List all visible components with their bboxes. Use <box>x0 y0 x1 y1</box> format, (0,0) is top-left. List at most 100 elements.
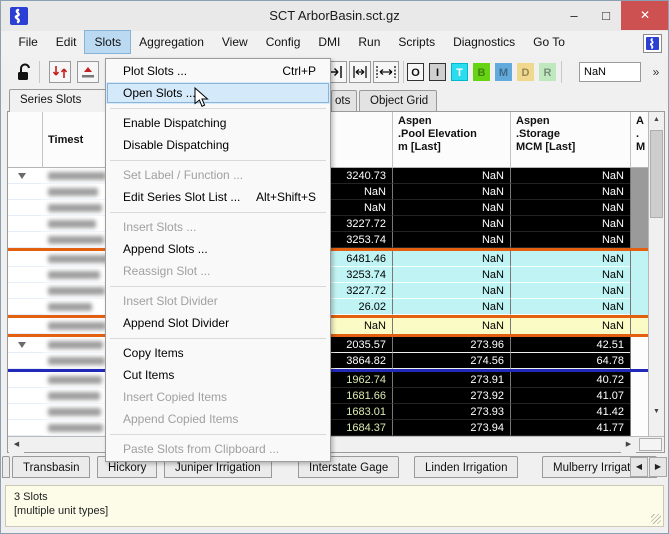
value-cell[interactable]: NaN <box>510 299 630 315</box>
value-cell[interactable]: 274.56 <box>392 353 510 369</box>
value-cell[interactable]: 273.94 <box>392 420 510 436</box>
menu-item-append-copied-items[interactable]: Append Copied Items <box>106 408 330 430</box>
riverware-workspace-icon[interactable] <box>643 34 662 53</box>
resize-grip[interactable] <box>651 514 661 524</box>
tab-scroll-right-icon[interactable]: ▶ <box>649 457 667 477</box>
partial-value-cell[interactable] <box>630 283 648 299</box>
partial-value-cell[interactable] <box>630 216 648 232</box>
partial-tab[interactable] <box>2 456 10 478</box>
collapse-triangle-icon[interactable] <box>18 342 26 348</box>
menubar-item-config[interactable]: Config <box>257 31 310 53</box>
row-gutter[interactable] <box>8 299 42 315</box>
close-button[interactable]: ✕ <box>621 1 668 30</box>
lock-icon[interactable] <box>14 62 34 82</box>
sheet-tab-linden-irrigation[interactable]: Linden Irrigation <box>414 456 519 478</box>
scroll-up-icon[interactable]: ▲ <box>649 112 664 128</box>
header-partial-column[interactable]: A.M <box>630 112 648 168</box>
partial-value-cell[interactable] <box>630 184 648 200</box>
menubar-item-view[interactable]: View <box>213 31 257 53</box>
value-cell[interactable]: NaN <box>392 251 510 267</box>
menu-item-insert-slot-divider[interactable]: Insert Slot Divider <box>106 290 330 312</box>
row-gutter[interactable] <box>8 353 42 369</box>
value-cell[interactable]: NaN <box>510 200 630 216</box>
menu-item-cut-items[interactable]: Cut Items <box>106 364 330 386</box>
menu-item-enable-dispatching[interactable]: Enable Dispatching <box>106 112 330 134</box>
row-gutter[interactable] <box>8 200 42 216</box>
row-gutter[interactable] <box>8 267 42 283</box>
fit-width-icon[interactable] <box>349 61 371 83</box>
value-cell[interactable]: NaN <box>392 318 510 334</box>
value-cell[interactable]: NaN <box>510 216 630 232</box>
dispatch-arrows-icon[interactable] <box>49 61 71 83</box>
value-cell[interactable]: NaN <box>392 200 510 216</box>
tab-scroll-left-icon[interactable]: ◀ <box>630 457 648 477</box>
partial-value-cell[interactable] <box>630 420 648 436</box>
menubar-item-dmi[interactable]: DMI <box>309 31 349 53</box>
value-cell[interactable]: NaN <box>392 216 510 232</box>
value-cell[interactable]: 273.96 <box>392 337 510 353</box>
partial-value-cell[interactable] <box>630 267 648 283</box>
value-cell[interactable]: 40.72 <box>510 372 630 388</box>
value-cell[interactable]: 41.42 <box>510 404 630 420</box>
menu-item-set-label-function[interactable]: Set Label / Function ... <box>106 164 330 186</box>
row-gutter[interactable] <box>8 184 42 200</box>
menubar-item-edit[interactable]: Edit <box>47 31 86 53</box>
expand-columns-icon[interactable] <box>373 61 399 83</box>
menubar-item-file[interactable]: File <box>9 31 46 53</box>
partial-value-cell[interactable] <box>630 200 648 216</box>
value-cell[interactable]: NaN <box>510 283 630 299</box>
toolbar-overflow-chevron[interactable]: » <box>647 63 665 81</box>
menu-item-append-slots[interactable]: Append Slots ... <box>106 238 330 260</box>
row-gutter[interactable] <box>8 404 42 420</box>
header-aspen-storage[interactable]: Aspen .Storage MCM [Last] <box>510 112 630 168</box>
value-cell[interactable]: NaN <box>510 232 630 248</box>
menubar-item-aggregation[interactable]: Aggregation <box>130 31 213 53</box>
value-cell[interactable]: 273.91 <box>392 372 510 388</box>
value-cell[interactable]: 273.92 <box>392 388 510 404</box>
partial-value-cell[interactable] <box>630 388 648 404</box>
value-cell[interactable]: 64.78 <box>510 353 630 369</box>
value-cell[interactable]: NaN <box>392 184 510 200</box>
menu-item-paste-slots-from-clipboard[interactable]: Paste Slots from Clipboard ... <box>106 438 330 460</box>
value-cell[interactable]: NaN <box>510 318 630 334</box>
partial-value-cell[interactable] <box>630 318 648 334</box>
vertical-scrollbar[interactable]: ▲ ▼ <box>648 112 664 436</box>
flag-button-d[interactable]: D <box>517 63 534 81</box>
menu-item-insert-slots[interactable]: Insert Slots ... <box>106 216 330 238</box>
menu-item-disable-dispatching[interactable]: Disable Dispatching <box>106 134 330 156</box>
menu-item-insert-copied-items[interactable]: Insert Copied Items <box>106 386 330 408</box>
top-tab-series-slots[interactable]: Series Slots <box>9 89 117 112</box>
top-tab-object-grid[interactable]: Object Grid <box>359 90 437 111</box>
partial-value-cell[interactable] <box>630 299 648 315</box>
menubar-item-go-to[interactable]: Go To <box>524 31 574 53</box>
flag-button-t[interactable]: T <box>451 63 468 81</box>
value-cell[interactable]: NaN <box>392 232 510 248</box>
menu-item-copy-items[interactable]: Copy Items <box>106 342 330 364</box>
menu-item-open-slots[interactable]: Open Slots ... <box>106 82 330 104</box>
partial-value-cell[interactable] <box>630 232 648 248</box>
row-gutter[interactable] <box>8 251 42 267</box>
value-cell[interactable]: NaN <box>392 283 510 299</box>
partial-value-cell[interactable] <box>630 404 648 420</box>
partial-value-cell[interactable] <box>630 251 648 267</box>
value-cell[interactable]: NaN <box>392 299 510 315</box>
row-gutter[interactable] <box>8 168 42 184</box>
menubar-item-diagnostics[interactable]: Diagnostics <box>444 31 524 53</box>
value-cell[interactable]: NaN <box>510 168 630 184</box>
value-cell[interactable]: NaN <box>510 251 630 267</box>
partial-value-cell[interactable] <box>630 337 648 353</box>
scroll-left-icon[interactable]: ◀ <box>9 437 24 453</box>
row-gutter[interactable] <box>8 283 42 299</box>
value-cell[interactable]: 41.07 <box>510 388 630 404</box>
row-gutter[interactable] <box>8 232 42 248</box>
header-aspen-pool-elevation[interactable]: Aspen .Pool Elevation m [Last] <box>392 112 510 168</box>
flag-button-r[interactable]: R <box>539 63 556 81</box>
row-gutter[interactable] <box>8 420 42 436</box>
menu-item-edit-series-slot-list[interactable]: Edit Series Slot List ... Alt+Shift+S <box>106 186 330 208</box>
flag-button-m[interactable]: M <box>495 63 512 81</box>
flag-button-i[interactable]: I <box>429 63 446 81</box>
menu-item-plot-slots[interactable]: Plot Slots ... Ctrl+P <box>106 60 330 82</box>
vertical-scroll-thumb[interactable] <box>650 130 663 218</box>
collapse-triangle-icon[interactable] <box>18 173 26 179</box>
partial-value-cell[interactable] <box>630 372 648 388</box>
